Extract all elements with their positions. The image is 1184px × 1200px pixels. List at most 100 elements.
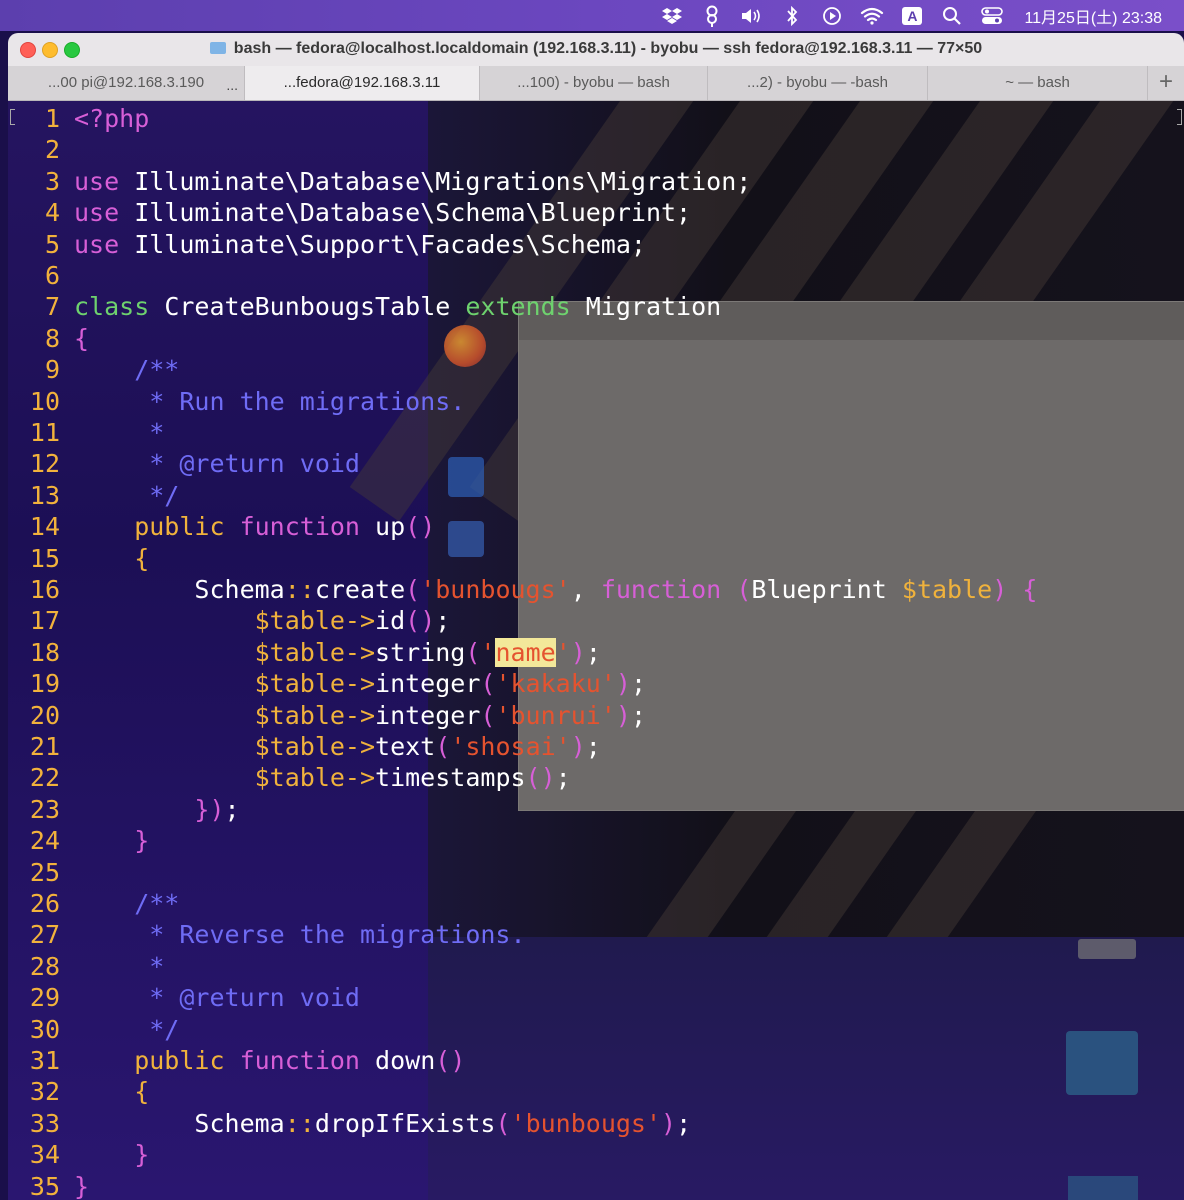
line-number: 30 <box>29 1014 60 1044</box>
line-number: 11 <box>29 418 60 447</box>
code-token: * <box>74 951 165 981</box>
new-tab-button[interactable]: + <box>1148 66 1184 100</box>
code-token: { <box>74 543 150 573</box>
code-line: 16 Schema::create('bunbougs', function (… <box>8 574 1038 605</box>
code-token: class <box>74 292 150 322</box>
code-token: ( <box>465 637 481 667</box>
tab-label: ...fedora@192.168.3.11 <box>283 74 441 91</box>
tab-pi[interactable]: ...00 pi@192.168.3.190 ... <box>8 66 245 100</box>
code-token: function <box>600 575 722 604</box>
code-line: 19 $table->integer('kakaku'); <box>8 668 646 699</box>
code-line: 21 $table->text('shosai'); <box>8 731 601 762</box>
pin-icon[interactable] <box>692 0 732 31</box>
code-token: $table-> <box>74 637 376 667</box>
background-window <box>518 301 1184 811</box>
line-number: 4 <box>44 198 60 228</box>
code-token: Illuminate\Support\Facades\Schema; <box>119 229 646 259</box>
code-token: create <box>314 575 406 604</box>
tab-byobu-bash[interactable]: ...100) - byobu — bash <box>480 66 708 100</box>
code-line: 5 use Illuminate\Support\Facades\Schema; <box>8 229 646 260</box>
code-token: * <box>74 418 165 447</box>
code-token: ' <box>480 637 496 667</box>
line-number: 5 <box>44 229 60 259</box>
code-token: timestamps <box>375 763 526 793</box>
line-number: 6 <box>44 261 60 290</box>
window-title-text: bash — fedora@localhost.localdomain (192… <box>233 40 983 57</box>
code-line: 24 } <box>8 825 149 856</box>
code-token: Illuminate\Database\Migrations\Migration… <box>119 166 752 196</box>
dropbox-icon[interactable] <box>652 0 692 31</box>
line-number: 33 <box>29 1108 60 1138</box>
code-line: 8{ <box>8 323 89 354</box>
code-token: ; <box>224 794 240 824</box>
code-line: 25 <box>8 857 74 888</box>
menu-bar: A 11月25日(土) 23:38 <box>0 0 1184 31</box>
code-token: public <box>74 1046 225 1075</box>
line-number: 8 <box>44 323 60 353</box>
code-token: ' <box>555 637 571 667</box>
code-line: 30 */ <box>8 1014 179 1045</box>
code-token: Migration <box>570 292 722 322</box>
code-token: ; <box>676 1108 692 1138</box>
line-number: 15 <box>29 543 60 573</box>
code-token: { <box>74 1077 150 1107</box>
tab-bar: ...00 pi@192.168.3.190 ... ...fedora@192… <box>8 66 1184 101</box>
code-token: ; <box>630 669 646 699</box>
code-token: () <box>405 606 436 636</box>
code-token: ; <box>435 606 451 636</box>
play-icon[interactable] <box>812 0 852 31</box>
tab-byobu-login-bash[interactable]: ...2) - byobu — -bash <box>708 66 928 100</box>
control-center-icon[interactable] <box>972 0 1012 31</box>
code-line: 11 * <box>8 417 164 448</box>
code-token: { <box>74 323 90 353</box>
code-line: 35} <box>8 1171 89 1200</box>
code-token: function <box>239 512 360 542</box>
code-line: 26 /** <box>8 888 179 919</box>
wifi-icon[interactable] <box>852 0 892 31</box>
line-number: 34 <box>29 1140 60 1170</box>
code-line: 14 public function up() <box>8 511 435 542</box>
code-line: 12 * @return void <box>8 448 360 479</box>
input-source-icon[interactable]: A <box>892 0 932 31</box>
code-line: 7 class CreateBunbougsTable extends Migra… <box>8 291 721 322</box>
code-token: ) <box>661 1108 677 1138</box>
search-match: name <box>495 637 556 667</box>
line-number: 26 <box>29 889 60 918</box>
code-token: () <box>405 512 436 542</box>
code-token: ) <box>615 700 631 730</box>
code-token: text <box>375 732 436 761</box>
line-number: 7 <box>44 292 60 322</box>
code-line: 18 $table->string('name'); <box>8 637 601 668</box>
input-source-label: A <box>902 7 923 25</box>
code-line: 22 $table->timestamps(); <box>8 762 571 793</box>
line-number: 23 <box>29 794 60 824</box>
line-number: 22 <box>29 763 60 793</box>
code-token: () <box>435 1046 466 1075</box>
tab-fedora[interactable]: ...fedora@192.168.3.11 <box>245 66 480 100</box>
bluetooth-icon[interactable] <box>772 0 812 31</box>
line-number: 20 <box>29 700 60 730</box>
code-token: id <box>375 606 406 636</box>
code-token: integer <box>375 669 481 699</box>
line-number: 28 <box>29 951 60 981</box>
title-bar[interactable]: bash — fedora@localhost.localdomain (192… <box>8 33 1184 67</box>
code-token: * Run the migrations. <box>74 386 466 416</box>
menu-bar-clock[interactable]: 11月25日(土) 23:38 <box>1024 4 1162 28</box>
code-line: 20 $table->integer('bunrui'); <box>8 700 646 731</box>
terminal-pane[interactable]: 1 <?php 2 3 use Illuminate\Database\Migratio… <box>8 101 1184 1200</box>
code-token: dropIfExists <box>314 1108 496 1138</box>
code-token: * @return void <box>74 449 360 479</box>
terminal-window: bash — fedora@localhost.localdomain (192… <box>8 33 1184 1200</box>
code-line: 3 use Illuminate\Database\Migrations\Migr… <box>8 166 751 197</box>
pane-right-bracket <box>1177 109 1182 125</box>
search-icon[interactable] <box>932 0 972 31</box>
code-token: $table-> <box>74 669 376 699</box>
volume-icon[interactable] <box>732 0 772 31</box>
tab-home-bash[interactable]: ~ — bash <box>928 66 1148 100</box>
code-token: */ <box>74 480 180 510</box>
code-token: Schema <box>74 575 285 604</box>
code-line: 29 * @return void <box>8 982 360 1013</box>
